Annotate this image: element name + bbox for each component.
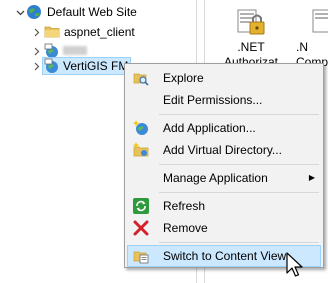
chevron-right-icon[interactable] <box>30 56 42 76</box>
menu-separator <box>159 242 319 243</box>
menu-separator <box>159 192 319 193</box>
globe-icon <box>26 4 42 20</box>
menu-item-label: Explore <box>163 71 204 85</box>
add-virtual-directory-icon <box>132 142 149 158</box>
mouse-cursor-icon <box>286 252 306 280</box>
content-view-icon <box>133 248 149 264</box>
menu-item-explore[interactable]: Explore <box>127 67 321 89</box>
folder-icon <box>44 24 60 40</box>
net-compilation-icon[interactable] <box>309 6 328 38</box>
menu-item-label: Manage Application <box>163 171 268 185</box>
net-authorization-icon[interactable] <box>235 6 267 38</box>
chevron-down-icon[interactable] <box>14 2 26 22</box>
remove-icon <box>133 220 149 236</box>
menu-item-label: Refresh <box>163 199 206 213</box>
menu-item-edit-permissions[interactable]: Edit Permissions... <box>127 89 321 111</box>
menu-separator <box>159 114 319 115</box>
menu-item-label: Switch to Content View <box>163 249 287 263</box>
chevron-right-icon[interactable] <box>30 22 42 42</box>
menu-item-add-application[interactable]: Add Application... <box>127 117 321 139</box>
tree-item-default-web-site[interactable]: Default Web Site <box>47 2 137 22</box>
menu-item-label: Remove <box>163 221 208 235</box>
context-menu: Explore Edit Permissions... Add Applicat… <box>124 63 324 268</box>
add-application-icon <box>132 120 149 136</box>
menu-item-remove[interactable]: Remove <box>127 217 321 239</box>
menu-item-label: Edit Permissions... <box>163 93 263 107</box>
web-app-icon <box>44 58 60 74</box>
explore-icon <box>133 70 149 86</box>
menu-item-add-virtual-directory[interactable]: Add Virtual Directory... <box>127 139 321 161</box>
submenu-arrow-icon: ▶ <box>308 173 315 182</box>
menu-item-label: Add Virtual Directory... <box>163 143 282 157</box>
tree-item-aspnet-client[interactable]: aspnet_client <box>64 22 135 42</box>
tree-item-vertigis-fm[interactable]: VertiGIS FM <box>63 56 128 76</box>
menu-item-label: Add Application... <box>163 121 256 135</box>
refresh-icon <box>133 198 149 214</box>
menu-separator <box>159 164 319 165</box>
blurred-label[interactable] <box>63 46 87 55</box>
menu-item-manage-application[interactable]: Manage Application ▶ <box>127 167 321 189</box>
menu-item-refresh[interactable]: Refresh <box>127 195 321 217</box>
